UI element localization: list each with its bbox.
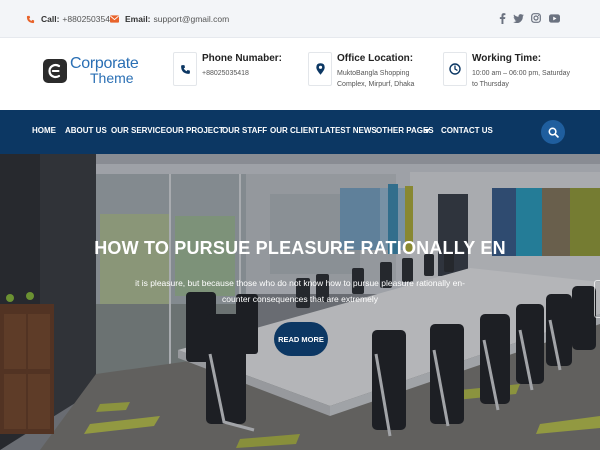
map-pin-icon	[315, 63, 325, 75]
hero-title: HOW TO PURSUE PLEASURE RATIONALLY EN	[94, 238, 506, 258]
nav-item-our-client[interactable]: OUR CLIENT	[270, 126, 319, 135]
facebook-icon[interactable]	[496, 11, 508, 25]
time-info-block: Working Time: 10:00 am – 06:00 pm, Satur…	[443, 50, 593, 90]
search-icon	[548, 127, 559, 138]
time-info-line-2: to Thursday	[472, 81, 509, 88]
hero-subtitle: it is pleasure, but because those who do…	[135, 278, 465, 304]
time-info-title: Working Time:	[472, 53, 542, 64]
logo-line-1: Corporate	[70, 55, 139, 72]
chevron-down-icon[interactable]	[424, 129, 430, 133]
time-info-line-1: 10:00 am – 06:00 pm, Saturday	[472, 70, 571, 77]
logo-mark-icon	[43, 59, 67, 83]
logo-line-2: Theme	[90, 70, 134, 86]
nav-item-home[interactable]: HOME	[32, 126, 56, 135]
read-more-button[interactable]: READ MORE	[274, 322, 328, 356]
office-info-line-1: MuktoBangla Shopping	[337, 70, 410, 77]
call-info: Call: +88025035418	[26, 12, 119, 26]
phone-info-block: Phone Numaber: +88025035418	[173, 50, 303, 90]
office-info-block: Office Location: MuktoBangla Shopping Co…	[308, 50, 438, 90]
phone-info-icon-box	[173, 52, 197, 86]
nav-item-our-staff[interactable]: OUR STAFF	[222, 126, 267, 135]
nav-item-our-project[interactable]: OUR PROJECT	[166, 126, 224, 135]
slider-next-arrow[interactable]	[594, 280, 600, 318]
phone-info-title: Phone Numaber:	[202, 53, 283, 64]
time-info-text: 10:00 am – 06:00 pm, Saturday to Thursda…	[472, 68, 570, 90]
nav-item-contact-us[interactable]: CONTACT US	[441, 126, 493, 135]
email-info: Email: support@gmail.com	[110, 12, 229, 26]
twitter-icon[interactable]	[512, 11, 524, 25]
office-info-title: Office Location:	[337, 53, 414, 64]
site-logo[interactable]: Corporate Theme	[43, 54, 153, 88]
office-info-line-2: Complex, Mirpurf, Dhaka	[337, 81, 415, 88]
nav-item-about-us[interactable]: ABOUT US	[65, 126, 107, 135]
phone-info-line: +88025035418	[202, 70, 249, 77]
nav-item-latest-news[interactable]: LATEST NEWS	[320, 126, 377, 135]
site-header: Corporate Theme Phone Numaber: +88025035…	[0, 38, 600, 110]
main-nav: HOME ABOUT US OUR SERVICE OUR PROJECT OU…	[0, 110, 600, 154]
time-info-icon-box	[443, 52, 467, 86]
phone-info-text: +88025035418	[202, 68, 249, 79]
office-info-icon-box	[308, 52, 332, 86]
search-button[interactable]	[541, 120, 565, 144]
nav-item-our-service[interactable]: OUR SERVICE	[111, 126, 166, 135]
hero-slider: HOW TO PURSUE PLEASURE RATIONALLY EN it …	[0, 154, 600, 450]
instagram-icon[interactable]	[530, 11, 542, 25]
phone-icon	[180, 64, 190, 74]
email-address[interactable]: support@gmail.com	[154, 14, 230, 24]
phone-icon	[26, 15, 35, 24]
top-bar: Call: +88025035418 Email: support@gmail.…	[0, 0, 600, 38]
email-label: Email:	[125, 14, 151, 24]
clock-icon	[449, 63, 461, 75]
youtube-icon[interactable]	[548, 11, 560, 25]
call-label: Call:	[41, 14, 60, 24]
logo-wordmark: Corporate Theme	[70, 55, 139, 86]
envelope-icon	[110, 15, 119, 24]
office-info-text: MuktoBangla Shopping Complex, Mirpurf, D…	[337, 68, 414, 90]
